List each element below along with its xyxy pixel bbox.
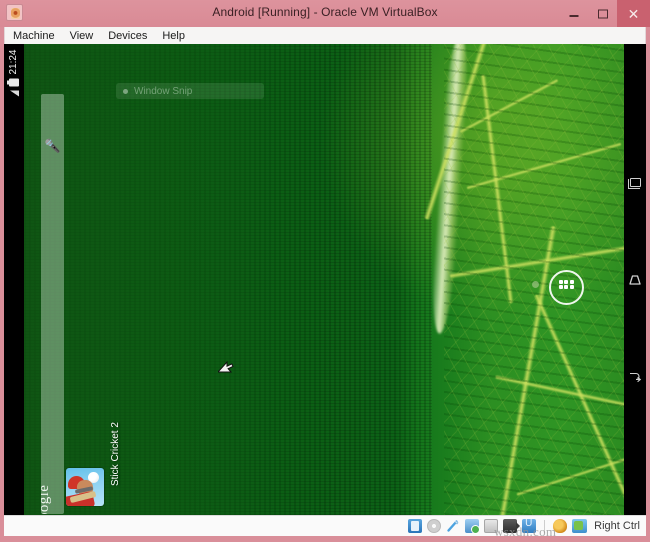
menu-item-view[interactable]: View	[70, 29, 103, 43]
android-nav-bar[interactable]	[624, 44, 646, 515]
virtualbox-status-bar: Right Ctrl	[4, 515, 646, 536]
virtualbox-window: Android [Running] - Oracle VM VirtualBox…	[0, 0, 650, 542]
android-status-bar-content: 21:24	[4, 44, 24, 515]
wallpaper-dot	[532, 281, 539, 288]
recents-icon[interactable]	[627, 175, 643, 191]
video-capture-icon[interactable]	[503, 519, 517, 533]
microphone-icon[interactable]: 🎤	[45, 138, 61, 154]
floppy-icon[interactable]	[446, 519, 460, 533]
close-button[interactable]: ✕	[617, 0, 650, 27]
recents-square-shape	[630, 178, 641, 187]
google-search-label: Google	[41, 485, 53, 514]
mouse-integration-icon[interactable]	[553, 519, 567, 533]
close-icon: ✕	[628, 7, 640, 21]
apps-grid-dot	[570, 285, 574, 289]
apps-grid-dot	[559, 285, 563, 289]
status-bar-clock: 21:24	[9, 49, 19, 74]
window-title-bar[interactable]: Android [Running] - Oracle VM VirtualBox…	[0, 0, 650, 27]
stick-cricket-2-icon[interactable]	[66, 468, 104, 506]
app-drawer-button[interactable]	[549, 270, 584, 305]
menu-item-help[interactable]: Help	[162, 29, 194, 43]
maximize-icon	[598, 9, 608, 18]
window-title: Android [Running] - Oracle VM VirtualBox	[0, 5, 650, 19]
window-snip-label: Window Snip	[134, 86, 192, 97]
apps-grid-dot	[564, 280, 568, 284]
window-snip-overlay[interactable]: Window Snip	[116, 83, 264, 99]
menu-item-machine[interactable]: Machine	[13, 29, 64, 43]
minimize-button[interactable]	[559, 0, 588, 27]
host-key-icon[interactable]	[572, 519, 587, 533]
minimize-icon	[569, 15, 578, 17]
apps-grid-dot	[570, 280, 574, 284]
maximize-button[interactable]	[588, 0, 617, 27]
home-icon[interactable]	[627, 272, 643, 288]
back-icon[interactable]	[627, 369, 643, 385]
menu-item-devices[interactable]: Devices	[108, 29, 156, 43]
window-snip-dot-icon	[123, 89, 128, 94]
app-icon-label: Stick Cricket 2	[110, 422, 121, 486]
optical-disk-icon[interactable]	[427, 519, 441, 533]
wifi-icon	[10, 90, 19, 96]
host-key-label: Right Ctrl	[594, 520, 640, 532]
google-search-widget[interactable]: 🎤 Google	[41, 94, 64, 514]
home-icon-stick-cricket-2[interactable]: Stick Cricket 2	[66, 448, 142, 494]
vm-display[interactable]: 21:24 🎤 Google Window Snip Stick Cricket…	[4, 44, 646, 515]
hard-disk-icon[interactable]	[408, 519, 422, 533]
network-icon[interactable]	[465, 519, 479, 533]
apps-grid-dot	[559, 280, 563, 284]
usb-icon[interactable]	[484, 519, 498, 533]
battery-icon	[9, 78, 19, 86]
leaf-cell-texture	[444, 44, 624, 515]
wallpaper-dither-pattern	[24, 44, 432, 515]
shared-folders-icon[interactable]	[522, 519, 536, 533]
apps-grid-dot	[564, 285, 568, 289]
status-bar-separator	[544, 520, 545, 533]
menu-bar: Machine View Devices Help	[4, 27, 646, 44]
android-status-bar: 21:24	[4, 44, 24, 515]
arrow-cursor	[218, 357, 234, 373]
